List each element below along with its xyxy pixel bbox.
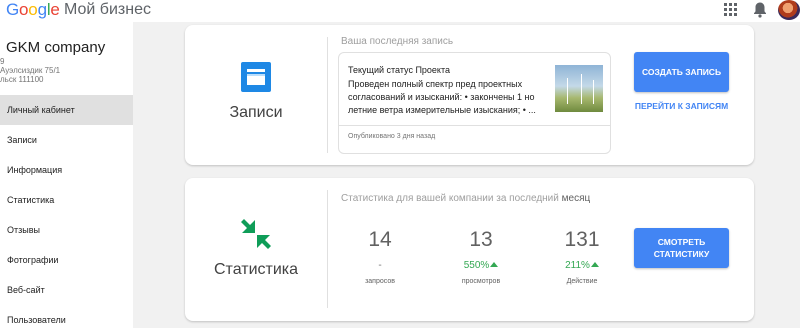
address-line: 9 [0,57,5,66]
address-line: льск 111100 [0,75,44,84]
section-title-text: Статистика для вашей компании за последн… [341,193,559,204]
posts-card: Записи Ваша последняя запись Текущий ста… [185,25,754,165]
bell-icon[interactable] [752,1,768,19]
stat-value: 14 [368,228,392,251]
arrow-up-icon [490,262,499,267]
sidebar-item-photos[interactable]: Фотографии [0,245,133,275]
section-title: Статистика для вашей компании за последн… [341,193,590,204]
stat-actions: 131 211% Действие [542,228,622,285]
logo-letter: e [50,0,60,19]
post-date: Опубликовано 3 дня назад [348,133,436,140]
stat-label: запросов [365,278,395,285]
stats-card: Статистика Статистика для вашей компании… [185,178,754,321]
sidebar-item-posts[interactable]: Записи [0,125,133,155]
stats-card-label: Статистика [213,261,299,278]
stat-value: 131 [564,228,600,251]
sidebar-item-website[interactable]: Веб-сайт [0,275,133,305]
view-stats-button[interactable]: СМОТРЕТЬ СТАТИСТИКУ [634,228,729,268]
stat-change: - [378,260,382,271]
stat-views: 13 550% просмотров [441,228,521,285]
google-logo[interactable]: Google [6,0,60,20]
stat-change-value: 211% [565,260,590,271]
sidebar-item-info[interactable]: Информация [0,155,133,185]
company-name: GKM company [6,39,106,56]
product-name[interactable]: Мой бизнес [64,1,151,19]
sidebar-item-dashboard[interactable]: Личный кабинет [0,95,133,125]
arrow-up-icon [590,262,599,267]
stats-arrows-icon [240,218,272,250]
apps-grid-icon[interactable] [723,2,739,18]
stat-label: Действие [566,278,598,285]
post-title: Текущий статус Проекта [348,65,450,75]
sidebar-item-stats[interactable]: Статистика [0,185,133,215]
posts-icon [241,62,271,92]
stat-requests: 14 - запросов [340,228,420,285]
card-divider [327,190,328,308]
card-divider [327,37,328,153]
section-title: Ваша последняя запись [341,36,454,47]
account-avatar[interactable] [778,0,800,20]
stat-label: просмотров [461,278,501,285]
create-post-button[interactable]: СОЗДАТЬ ЗАПИСЬ [634,52,729,92]
sidebar-item-reviews[interactable]: Отзывы [0,215,133,245]
sidebar: GKM company 9 Ауэлсиздик 75/1 льск 11110… [0,22,133,328]
stat-change: 550% [441,260,521,272]
top-bar: Google Мой бизнес [0,0,800,22]
posts-card-label: Записи [229,104,283,121]
stat-change: 211% [542,260,622,272]
logo-letter: G [6,0,20,19]
address-line: Ауэлсиздик 75/1 [0,66,61,75]
logo-letter: o [19,0,29,19]
latest-post[interactable]: Текущий статус Проекта Проведен полный с… [338,52,611,154]
go-to-posts-link[interactable]: ПЕРЕЙТИ К ЗАПИСЯМ [634,100,729,112]
stat-value: 13 [469,228,493,251]
post-thumbnail [555,65,603,112]
logo-letter: g [37,0,47,19]
post-divider [339,125,610,126]
post-body: Проведен полный спектр пред проектных со… [348,79,536,115]
section-title-period: месяц [561,193,591,204]
stat-change-value: 550% [463,260,490,271]
sidebar-item-users[interactable]: Пользователи [0,305,133,328]
logo-letter: o [28,0,38,19]
